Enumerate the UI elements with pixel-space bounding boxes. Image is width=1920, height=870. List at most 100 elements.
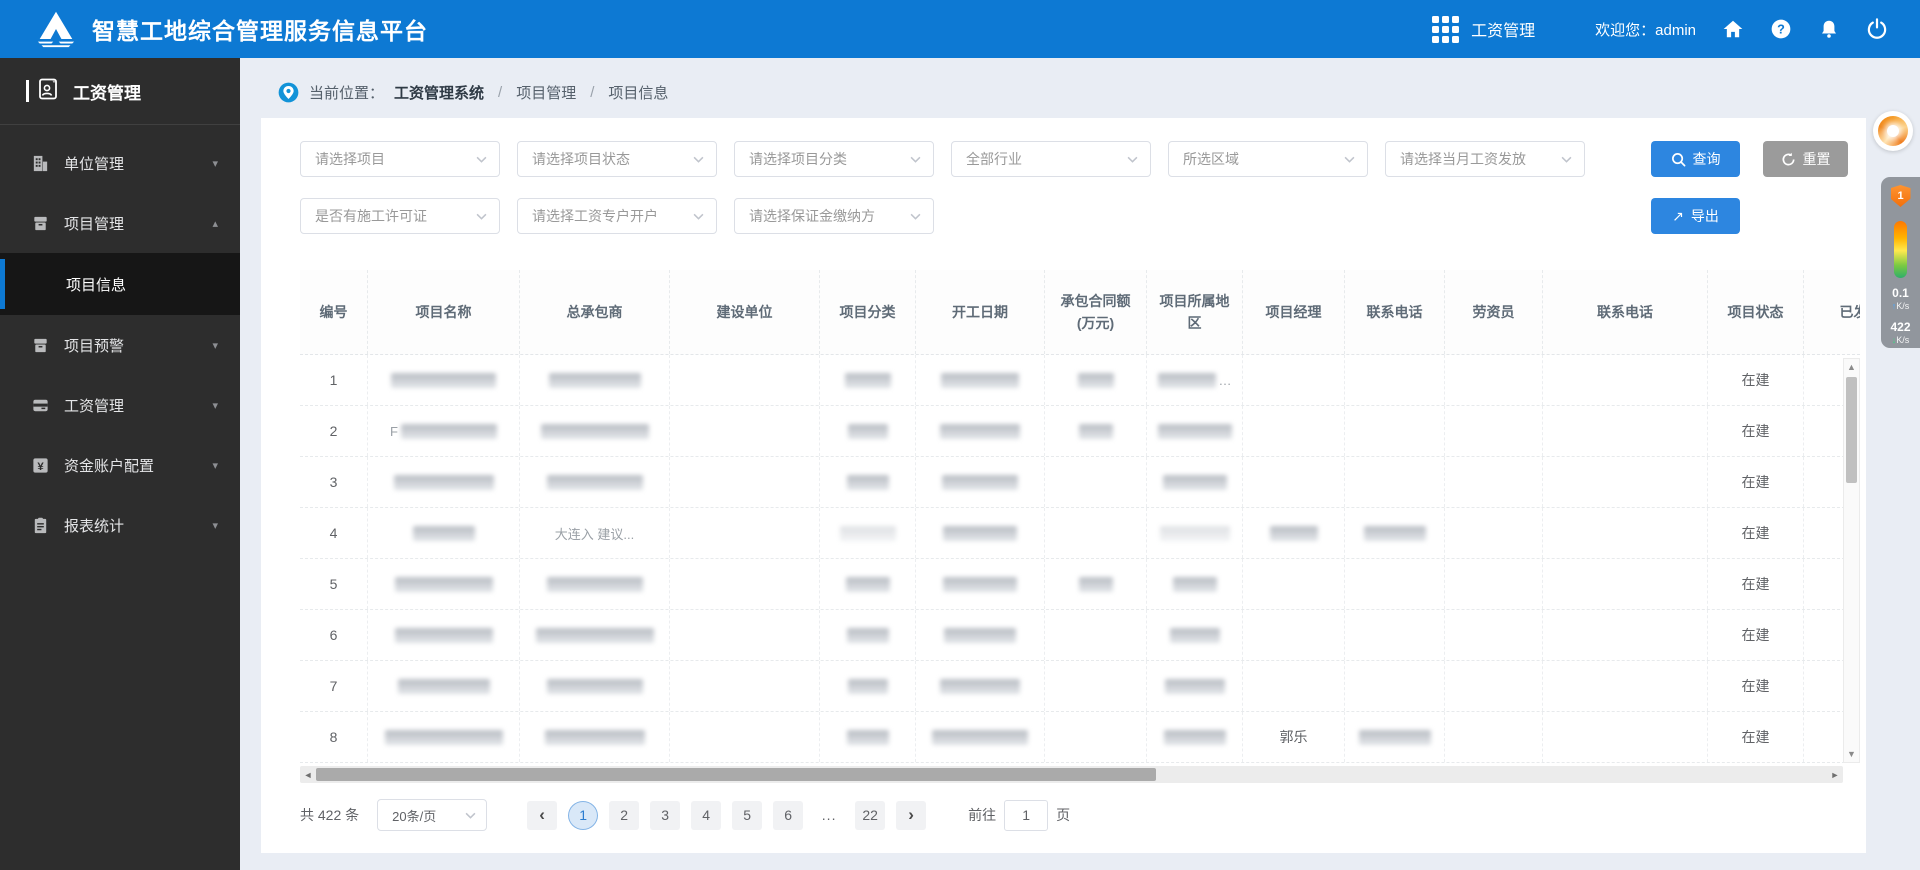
cell-phone2	[1543, 712, 1708, 762]
cell-name	[368, 559, 520, 609]
cell-laborer	[1445, 355, 1543, 405]
cell-laborer	[1445, 661, 1543, 711]
upload-speed: 0.1 ↑K/s	[1891, 286, 1910, 311]
bell-icon[interactable]	[1818, 18, 1840, 40]
sidebar-item-3[interactable]: 项目预警 ▾	[0, 315, 240, 375]
cell-num: 4	[300, 508, 368, 558]
app-logo	[37, 11, 75, 48]
chevron-down-icon	[476, 156, 487, 163]
table-header-row: 编号 项目名称 总承包商 建设单位 项目分类 开工日期 承包合同额(万元) 项目所属地区 项目经…	[300, 270, 1860, 355]
filter-select-2-2[interactable]: 请选择工资专户开户	[517, 198, 717, 234]
sidebar-item-5[interactable]: ¥ 资金账户配置 ▾	[0, 435, 240, 495]
cell-phone1	[1345, 457, 1445, 507]
scroll-down-icon[interactable]: ▼	[1847, 746, 1856, 762]
filter-select-1-6[interactable]: 请选择当月工资发放	[1385, 141, 1585, 177]
cell-date	[916, 559, 1045, 609]
sidebar-item-2[interactable]: 项目管理 ▴	[0, 193, 240, 253]
column-header-date: 开工日期	[916, 270, 1045, 354]
chevron-down-icon: ▾	[212, 459, 218, 472]
column-header-num: 编号	[300, 270, 368, 354]
redacted-text	[412, 525, 475, 541]
breadcrumb-item-1[interactable]: 项目管理	[516, 82, 576, 103]
scroll-right-icon[interactable]: ►	[1827, 770, 1843, 780]
scroll-left-icon[interactable]: ◄	[300, 770, 316, 780]
sidebar-header: * 工资管理	[0, 58, 240, 124]
cell-status: 在建	[1708, 406, 1804, 456]
brand: 智慧工地综合管理服务信息平台	[0, 10, 428, 48]
export-arrow-icon: ↗	[1672, 207, 1684, 224]
cell-date	[916, 457, 1045, 507]
project-status: 在建	[1741, 729, 1770, 745]
cell-contractor	[520, 457, 670, 507]
cell-name	[368, 355, 520, 405]
redacted-text	[400, 423, 497, 439]
goto-page-input[interactable]	[1004, 799, 1049, 831]
apps-grid-icon[interactable]	[1432, 15, 1460, 43]
page-button-3[interactable]: 3	[650, 800, 681, 830]
sidebar: * 工资管理 单位管理 ▾ 项目管理 ▴ 项目信息 项目预警 ▾ 工资管理 ▾ ¥ 资金账户配置 ▾ 报…	[0, 58, 240, 870]
cell-status: 在建	[1708, 508, 1804, 558]
page-size-select[interactable]: 20条/页	[377, 799, 488, 831]
wallet-icon	[30, 395, 50, 415]
page-button-22[interactable]: 22	[855, 800, 886, 830]
page-button-6[interactable]: 6	[773, 800, 804, 830]
filter-placeholder: 全部行业	[966, 151, 1022, 167]
filter-select-1-4[interactable]: 全部行业	[951, 141, 1151, 177]
cell-contractor: 大连入 建议...	[520, 508, 670, 558]
filter-select-1-2[interactable]: 请选择项目状态	[517, 141, 717, 177]
cell-amount	[1045, 406, 1147, 456]
filter-select-1-3[interactable]: 请选择项目分类	[734, 141, 934, 177]
page-button-4[interactable]: 4	[691, 800, 722, 830]
more-pages-button[interactable]: ...	[814, 801, 844, 830]
filter-placeholder: 请选择工资专户开户	[532, 208, 658, 224]
net-speed-widget[interactable]: 1 0.1 ↑K/s 422 ↓K/s	[1881, 177, 1920, 348]
horizontal-scroll-thumb[interactable]	[316, 768, 1156, 781]
vertical-scrollbar[interactable]: ▲ ▼	[1843, 358, 1860, 763]
export-button[interactable]: ↗ 导出	[1651, 198, 1740, 234]
redacted-text	[1163, 729, 1226, 745]
sidebar-item-4[interactable]: 工资管理 ▾	[0, 375, 240, 435]
cell-category	[820, 610, 916, 660]
prev-page-button[interactable]: ‹	[527, 800, 558, 830]
next-page-button[interactable]: ›	[896, 800, 927, 830]
help-icon[interactable]: ?	[1770, 18, 1792, 40]
sidebar-item-6[interactable]: 报表统计 ▾	[0, 495, 240, 555]
vertical-scroll-thumb[interactable]	[1846, 377, 1857, 483]
cell-amount	[1045, 559, 1147, 609]
search-button[interactable]: 查询	[1651, 141, 1740, 177]
content-card: 请选择项目 请选择项目状态 请选择项目分类 全部行业 所选区域 请选择当月工资发放 是否有…	[261, 118, 1866, 853]
reset-button[interactable]: 重置	[1763, 141, 1848, 177]
cell-region	[1147, 406, 1243, 456]
security-suite-bubble[interactable]	[1873, 111, 1913, 151]
filter-select-2-1[interactable]: 是否有施工许可证	[300, 198, 500, 234]
redacted-text	[394, 627, 493, 643]
filter-select-1-1[interactable]: 请选择项目	[300, 141, 500, 177]
filter-select-2-3[interactable]: 请选择保证金缴纳方	[734, 198, 934, 234]
page-button-5[interactable]: 5	[732, 800, 763, 830]
redacted-text	[535, 627, 654, 643]
sidebar-item-1[interactable]: 单位管理 ▾	[0, 133, 240, 193]
column-header-manager: 项目经理	[1243, 270, 1345, 354]
horizontal-scrollbar[interactable]: ◄ ►	[300, 766, 1843, 783]
breadcrumb-root[interactable]: 工资管理系统	[394, 82, 484, 103]
cell-date	[916, 661, 1045, 711]
scroll-up-icon[interactable]: ▲	[1847, 359, 1856, 375]
cell-amount	[1045, 355, 1147, 405]
cell-phone1	[1345, 559, 1445, 609]
filter-select-1-5[interactable]: 所选区域	[1168, 141, 1368, 177]
header-app-name[interactable]: 工资管理	[1471, 17, 1535, 41]
sidebar-subitem-项目信息[interactable]: 项目信息	[0, 253, 240, 315]
cell-amount	[1045, 712, 1147, 762]
cell-amount	[1045, 457, 1147, 507]
cell-manager	[1243, 406, 1345, 456]
cell-builder	[670, 406, 820, 456]
home-icon[interactable]	[1722, 18, 1744, 40]
breadcrumb-item-2[interactable]: 项目信息	[608, 82, 668, 103]
redacted-text	[1157, 372, 1216, 388]
redacted-text	[940, 423, 1020, 439]
cell-amount	[1045, 661, 1147, 711]
page-button-1[interactable]: 1	[568, 800, 599, 830]
cell-phone1	[1345, 712, 1445, 762]
page-button-2[interactable]: 2	[609, 800, 640, 830]
power-icon[interactable]	[1866, 18, 1888, 40]
